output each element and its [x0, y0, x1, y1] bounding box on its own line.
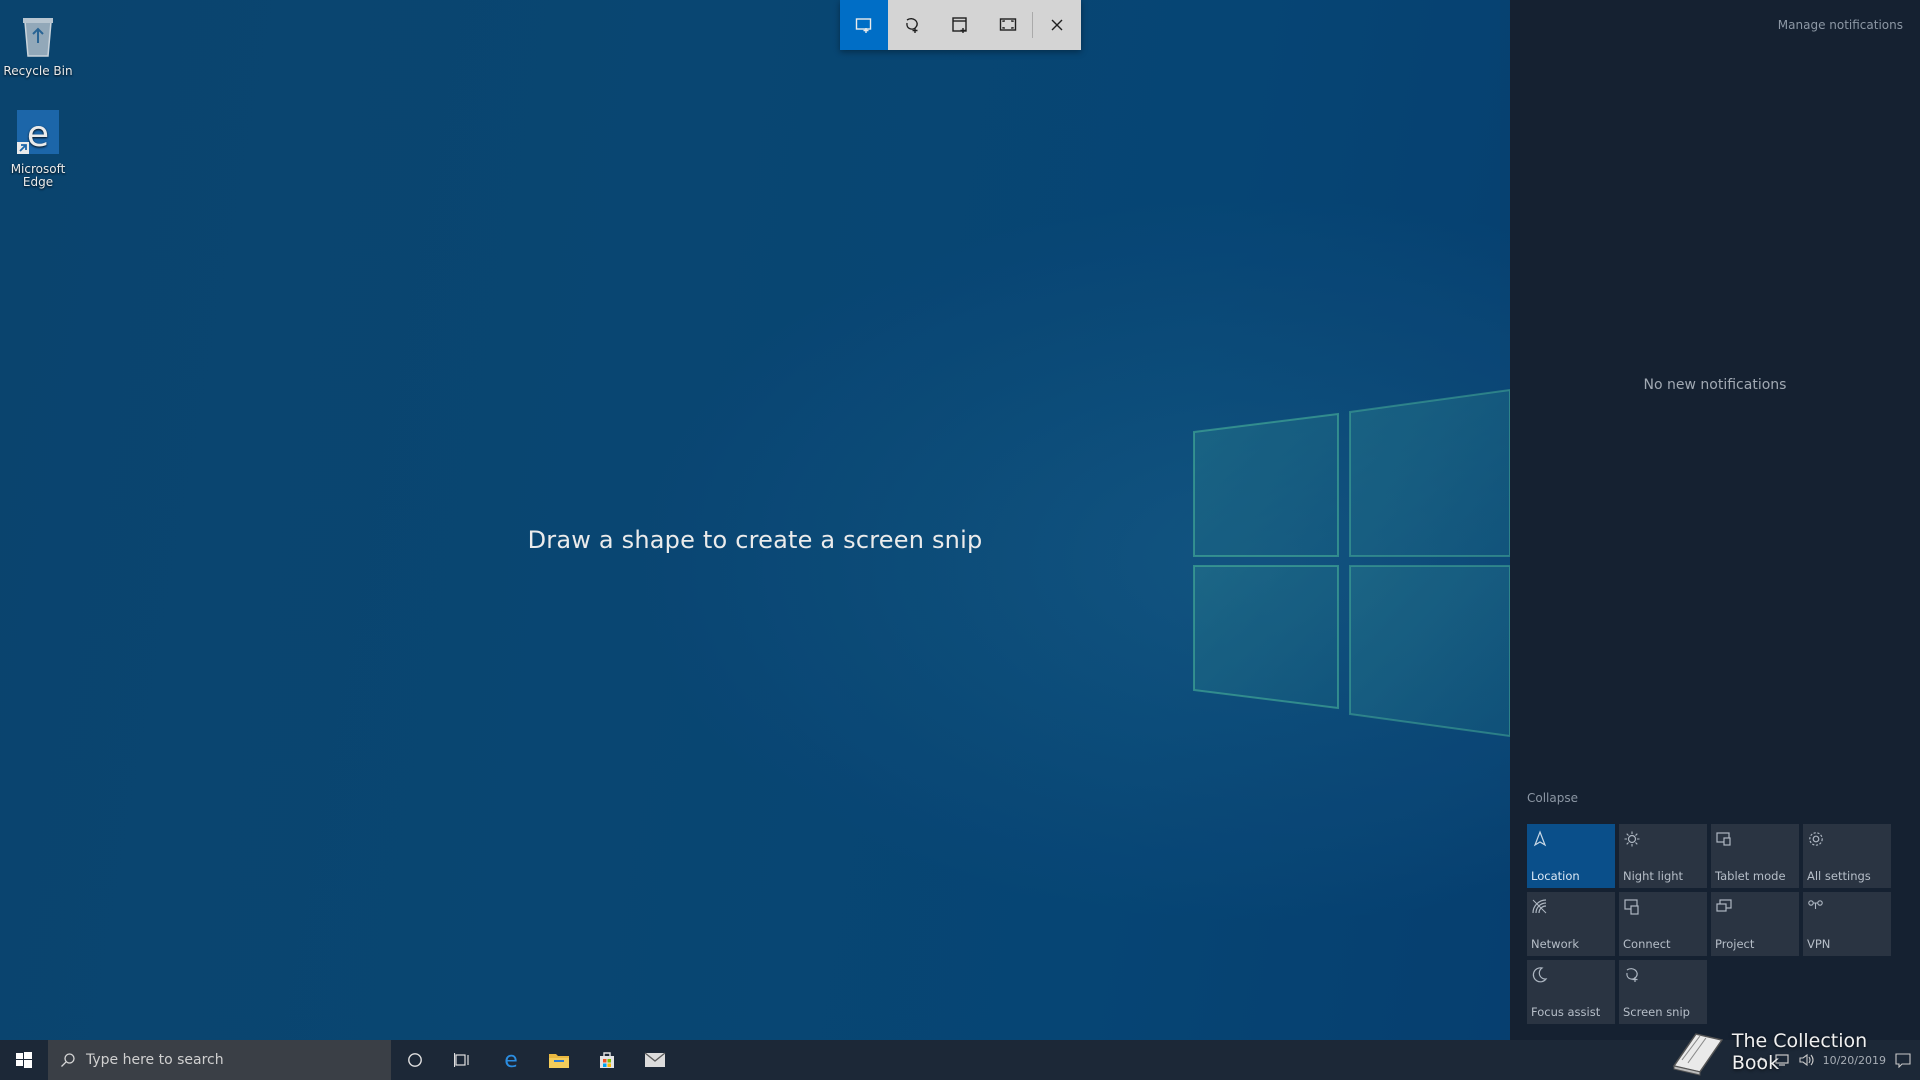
quick-action-label: VPN: [1807, 937, 1831, 951]
quick-action-label: Focus assist: [1531, 1005, 1601, 1019]
taskbar-file-explorer[interactable]: [535, 1040, 583, 1080]
project-icon: [1716, 899, 1732, 912]
quick-action-focus-assist[interactable]: Focus assist: [1527, 960, 1615, 1024]
quick-action-location[interactable]: Location: [1527, 824, 1615, 888]
watermark: The Collection Book: [1668, 1028, 1920, 1076]
no-notifications-text: No new notifications: [1643, 377, 1787, 393]
collapse-link[interactable]: Collapse: [1527, 791, 1578, 805]
manage-notifications-link[interactable]: Manage notifications: [1778, 18, 1903, 32]
book-logo-icon: [1672, 1033, 1724, 1076]
quick-action-label: Location: [1531, 869, 1580, 883]
network-icon: [1532, 899, 1547, 914]
quick-action-label: Tablet mode: [1715, 869, 1786, 883]
edge-icon: e: [504, 1049, 518, 1071]
connect-icon: [1624, 899, 1639, 915]
taskbar-store[interactable]: [583, 1040, 631, 1080]
quick-action-vpn[interactable]: VPN: [1803, 892, 1891, 956]
search-icon: [61, 1053, 75, 1067]
svg-text:e: e: [504, 1049, 518, 1071]
location-icon: [1533, 830, 1547, 847]
cortana-icon: [408, 1053, 422, 1067]
quick-action-label: All settings: [1807, 869, 1871, 883]
store-icon: [600, 1052, 614, 1068]
quick-action-tablet-mode[interactable]: Tablet mode: [1711, 824, 1799, 888]
task-view-icon: [454, 1053, 469, 1067]
quick-action-all-settings[interactable]: All settings: [1803, 824, 1891, 888]
taskbar-mail[interactable]: [631, 1040, 679, 1080]
taskbar: Type here to search e 10/20/2019: [0, 1040, 1920, 1080]
start-button[interactable]: [0, 1040, 48, 1080]
quick-actions-grid: Location Night light Tablet mode All set…: [1527, 824, 1899, 1024]
gear-icon: [1809, 832, 1823, 846]
windows-start-icon: [16, 1052, 32, 1068]
vpn-icon: [1808, 900, 1823, 909]
moon-icon: [1532, 967, 1548, 983]
quick-action-label: Night light: [1623, 869, 1684, 883]
tablet-mode-icon: [1716, 832, 1731, 846]
search-placeholder: Type here to search: [86, 1052, 224, 1068]
quick-action-label: Screen snip: [1623, 1005, 1690, 1019]
cortana-button[interactable]: [391, 1040, 439, 1080]
quick-action-screen-snip[interactable]: Screen snip: [1619, 960, 1707, 1024]
taskbar-search-box[interactable]: Type here to search: [48, 1040, 391, 1080]
quick-action-project[interactable]: Project: [1711, 892, 1799, 956]
taskbar-edge[interactable]: e: [487, 1040, 535, 1080]
night-light-icon: [1624, 831, 1640, 847]
quick-action-label: Connect: [1623, 937, 1671, 951]
mail-icon: [644, 1052, 666, 1067]
quick-action-connect[interactable]: Connect: [1619, 892, 1707, 956]
watermark-text: The Collection Book: [1731, 1030, 1868, 1074]
task-view-button[interactable]: [439, 1040, 487, 1080]
folder-icon: [549, 1054, 569, 1068]
screen-snip-icon: [1626, 968, 1638, 982]
quick-action-network[interactable]: Network: [1527, 892, 1615, 956]
quick-action-label: Project: [1715, 937, 1755, 951]
quick-action-night-light[interactable]: Night light: [1619, 824, 1707, 888]
quick-action-label: Network: [1531, 937, 1580, 951]
action-center: Manage notifications No new notification…: [1510, 0, 1920, 1040]
